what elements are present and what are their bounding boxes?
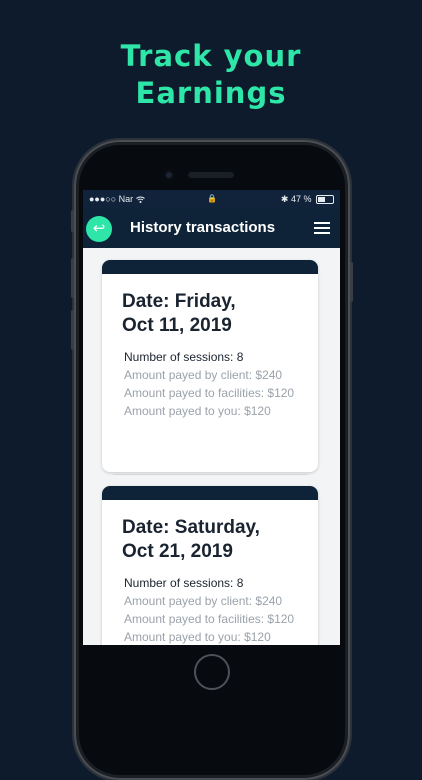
earpiece-speaker [188, 172, 234, 178]
amount-facilities: Amount payed to facilities: $120 [124, 612, 295, 626]
transaction-details: Number of sessions: 8 Amount payed by cl… [124, 348, 318, 420]
transaction-date: Date: Friday, Oct 11, 2019 [122, 291, 236, 336]
wifi-icon [135, 196, 145, 204]
volume-up-button [71, 258, 74, 298]
card-header [102, 260, 318, 274]
battery-icon [316, 195, 334, 205]
transaction-date: Date: Saturday, Oct 21, 2019 [122, 517, 260, 562]
status-right: ✱ 47 % [281, 190, 334, 208]
transaction-details: Number of sessions: 8 Amount payed by cl… [124, 574, 318, 645]
status-bar: ●●●○○ Nar 🔒 ✱ 47 % [83, 190, 340, 208]
back-arrow-icon: ↩ [92, 220, 106, 237]
back-button[interactable]: ↩ [86, 216, 112, 242]
bluetooth-icon: ✱ [280, 194, 289, 204]
transaction-card: Date: Friday, Oct 11, 2019 Number of ses… [102, 260, 318, 472]
sessions-count: Number of sessions: 8 [124, 350, 244, 364]
power-button [350, 262, 353, 302]
amount-client: Amount payed by client: $240 [124, 594, 283, 608]
front-camera [164, 170, 174, 180]
battery-percent: 47 % [290, 194, 312, 204]
app-bar: ↩ History transactions [83, 208, 340, 248]
mute-switch [71, 210, 74, 232]
volume-down-button [71, 310, 74, 350]
lock-icon: 🔒 [207, 194, 217, 203]
divider [113, 474, 308, 475]
promo-headline: Track your Earnings [0, 38, 422, 112]
amount-you: Amount payed to you: $120 [124, 404, 271, 418]
carrier-signal: ●●●○○ Nar [89, 190, 145, 208]
transactions-list[interactable]: Date: Friday, Oct 11, 2019 Number of ses… [83, 248, 340, 645]
amount-client: Amount payed by client: $240 [124, 368, 283, 382]
headline-line-1: Track your [120, 39, 302, 73]
sessions-count: Number of sessions: 8 [124, 576, 244, 590]
home-button[interactable] [194, 654, 230, 690]
headline-line-2: Earnings [135, 76, 287, 110]
amount-facilities: Amount payed to facilities: $120 [124, 386, 295, 400]
page-title: History transactions [130, 219, 276, 236]
phone-screen: ●●●○○ Nar 🔒 ✱ 47 % ↩ History transaction… [83, 190, 340, 645]
hamburger-menu-icon[interactable] [314, 222, 330, 234]
transaction-card: Date: Saturday, Oct 21, 2019 Number of s… [102, 486, 318, 645]
card-header [102, 486, 318, 500]
amount-you: Amount payed to you: $120 [124, 630, 271, 644]
